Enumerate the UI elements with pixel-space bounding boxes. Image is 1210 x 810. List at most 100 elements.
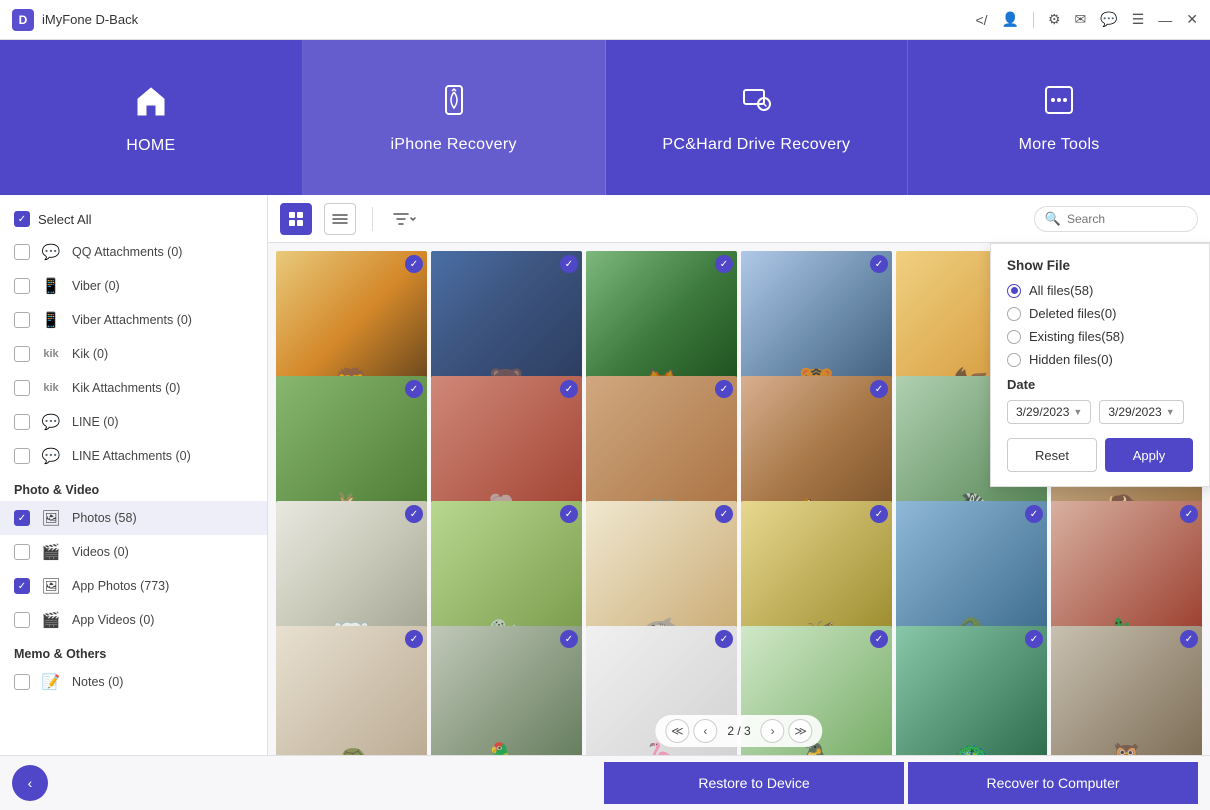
first-page-button[interactable]: ≪	[665, 719, 689, 743]
kik-icon: kik	[40, 343, 62, 365]
app-photos-icon: 🖼	[40, 575, 62, 597]
photo-check-icon: ✓	[560, 630, 578, 648]
kik-label: Kik (0)	[72, 347, 108, 361]
app-logo: D	[12, 9, 34, 31]
minimize-icon[interactable]: —	[1158, 12, 1172, 28]
filter-title: Show File	[1007, 258, 1193, 273]
qq-att-checkbox[interactable]	[14, 244, 30, 260]
sidebar-item-viber-att[interactable]: 📱 Viber Attachments (0)	[0, 303, 267, 337]
qq-att-label: QQ Attachments (0)	[72, 245, 182, 259]
date-from-input[interactable]: 3/29/2023 ▼	[1007, 400, 1091, 424]
sidebar-item-notes[interactable]: 📝 Notes (0)	[0, 665, 267, 699]
settings-icon[interactable]: ⚙	[1048, 11, 1061, 28]
photo-check-icon: ✓	[870, 255, 888, 273]
photo-cell[interactable]: ✓🐢	[276, 626, 427, 755]
line-label: LINE (0)	[72, 415, 119, 429]
photos-checkbox[interactable]: ✓	[14, 510, 30, 526]
filter-deleted-label: Deleted files(0)	[1029, 306, 1116, 321]
filter-hidden-label: Hidden files(0)	[1029, 352, 1113, 367]
notes-label: Notes (0)	[72, 675, 123, 689]
nav-iphone-recovery-label: iPhone Recovery	[390, 136, 516, 154]
recover-to-computer-button[interactable]: Recover to Computer	[908, 762, 1198, 804]
photo-check-icon: ✓	[405, 630, 423, 648]
filter-existing-radio[interactable]	[1007, 330, 1021, 344]
filter-existing-label: Existing files(58)	[1029, 329, 1124, 344]
app-photos-checkbox[interactable]: ✓	[14, 578, 30, 594]
iphone-recovery-icon	[436, 82, 472, 126]
filter-deleted-radio[interactable]	[1007, 307, 1021, 321]
sidebar: ✓ Select All 💬 QQ Attachments (0) 📱 Vibe…	[0, 195, 268, 755]
nav-home[interactable]: HOME	[0, 40, 303, 195]
sidebar-item-qq-attachments[interactable]: 💬 QQ Attachments (0)	[0, 235, 267, 269]
sidebar-item-line[interactable]: 💬 LINE (0)	[0, 405, 267, 439]
apply-button[interactable]: Apply	[1105, 438, 1193, 472]
date-label: Date	[1007, 377, 1193, 392]
separator	[1033, 12, 1034, 28]
toolbar-separator	[372, 207, 373, 231]
menu-icon[interactable]: ☰	[1132, 11, 1145, 28]
reset-button[interactable]: Reset	[1007, 438, 1097, 472]
sidebar-item-app-photos[interactable]: ✓ 🖼 App Photos (773)	[0, 569, 267, 603]
videos-checkbox[interactable]	[14, 544, 30, 560]
grid-view-button[interactable]	[280, 203, 312, 235]
last-page-button[interactable]: ≫	[789, 719, 813, 743]
notes-checkbox[interactable]	[14, 674, 30, 690]
app-videos-checkbox[interactable]	[14, 612, 30, 628]
restore-to-device-button[interactable]: Restore to Device	[604, 762, 904, 804]
content-area: 🔍 Show File All files(58) Deleted files(…	[268, 195, 1210, 755]
search-input[interactable]	[1067, 212, 1187, 226]
photo-check-icon: ✓	[870, 380, 888, 398]
filter-deleted-files[interactable]: Deleted files(0)	[1007, 306, 1193, 321]
photo-animal: 🦚	[896, 742, 1047, 755]
filter-dropdown: Show File All files(58) Deleted files(0)…	[990, 243, 1210, 487]
filter-existing-files[interactable]: Existing files(58)	[1007, 329, 1193, 344]
date-to-input[interactable]: 3/29/2023 ▼	[1099, 400, 1183, 424]
photo-check-icon: ✓	[405, 505, 423, 523]
date-from-chevron: ▼	[1073, 407, 1082, 417]
section-photo-video: Photo & Video	[0, 473, 267, 501]
nav-more-tools[interactable]: More Tools	[908, 40, 1210, 195]
close-icon[interactable]: ✕	[1186, 11, 1198, 28]
nav-iphone-recovery[interactable]: iPhone Recovery	[303, 40, 606, 195]
nav-pc-recovery[interactable]: PC&Hard Drive Recovery	[606, 40, 909, 195]
sidebar-item-viber[interactable]: 📱 Viber (0)	[0, 269, 267, 303]
filter-hidden-files[interactable]: Hidden files(0)	[1007, 352, 1193, 367]
nav-home-label: HOME	[126, 137, 175, 155]
sidebar-item-videos[interactable]: 🎬 Videos (0)	[0, 535, 267, 569]
select-all-checkbox[interactable]: ✓	[14, 211, 30, 227]
share-icon[interactable]: </	[975, 12, 987, 28]
navbar: HOME iPhone Recovery PC&Hard Drive Recov…	[0, 40, 1210, 195]
kik-att-checkbox[interactable]	[14, 380, 30, 396]
user-icon[interactable]: 👤	[1002, 11, 1019, 28]
filter-all-radio[interactable]	[1007, 284, 1021, 298]
prev-page-button[interactable]: ‹	[693, 719, 717, 743]
photo-cell[interactable]: ✓🦚	[896, 626, 1047, 755]
photo-cell[interactable]: ✓🦉	[1051, 626, 1202, 755]
filter-hidden-radio[interactable]	[1007, 353, 1021, 367]
sidebar-item-kik[interactable]: kik Kik (0)	[0, 337, 267, 371]
back-button[interactable]: ‹	[12, 765, 48, 801]
mail-icon[interactable]: ✉	[1075, 11, 1087, 28]
select-all-row[interactable]: ✓ Select All	[0, 203, 267, 235]
line-att-checkbox[interactable]	[14, 448, 30, 464]
viber-att-checkbox[interactable]	[14, 312, 30, 328]
chat-icon[interactable]: 💬	[1100, 11, 1117, 28]
app-photos-label: App Photos (773)	[72, 579, 169, 593]
date-from-value: 3/29/2023	[1016, 405, 1069, 419]
photo-check-icon: ✓	[1025, 630, 1043, 648]
sidebar-item-app-videos[interactable]: 🎬 App Videos (0)	[0, 603, 267, 637]
folder-view-button[interactable]	[324, 203, 356, 235]
photo-check-icon: ✓	[715, 380, 733, 398]
next-page-button[interactable]: ›	[761, 719, 785, 743]
sidebar-item-photos[interactable]: ✓ 🖼 Photos (58)	[0, 501, 267, 535]
filter-all-files[interactable]: All files(58)	[1007, 283, 1193, 298]
sidebar-item-line-att[interactable]: 💬 LINE Attachments (0)	[0, 439, 267, 473]
sidebar-item-kik-att[interactable]: kik Kik Attachments (0)	[0, 371, 267, 405]
filter-button[interactable]	[389, 203, 421, 235]
kik-checkbox[interactable]	[14, 346, 30, 362]
photo-check-icon: ✓	[405, 380, 423, 398]
line-checkbox[interactable]	[14, 414, 30, 430]
viber-checkbox[interactable]	[14, 278, 30, 294]
notes-icon: 📝	[40, 671, 62, 693]
photo-cell[interactable]: ✓🦜	[431, 626, 582, 755]
